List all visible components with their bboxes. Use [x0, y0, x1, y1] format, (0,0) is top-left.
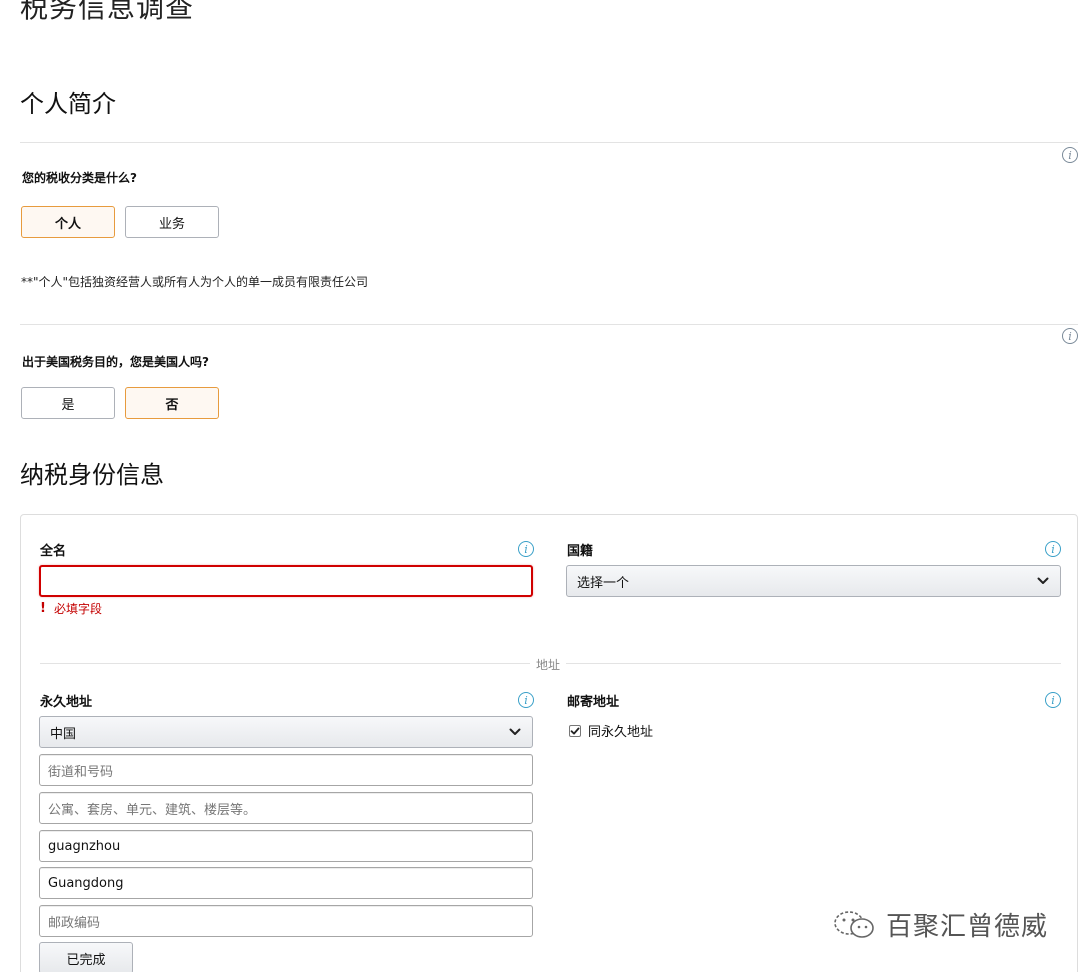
nationality-label: 国籍 [567, 544, 594, 559]
postal-code-placeholder: 邮政编码 [48, 915, 101, 931]
postal-code-input[interactable]: 邮政编码 [39, 905, 533, 937]
street-input[interactable]: 街道和号码 [39, 754, 533, 786]
same-as-permanent-label: 同永久地址 [588, 725, 654, 740]
country-select[interactable]: 中国 [39, 716, 533, 748]
full-name-error: ! 必填字段 [40, 600, 102, 617]
nationality-select[interactable]: 选择一个 [566, 565, 1061, 597]
apartment-placeholder: 公寓、套房、单元、建筑、楼层等。 [48, 802, 257, 818]
nationality-selected-value: 选择一个 [577, 575, 630, 591]
page-title: 税务信息调查 [20, 0, 195, 24]
divider-line [20, 142, 1078, 143]
error-icon: ! [40, 601, 46, 616]
classification-note: **"个人"包括独资经营人或所有人为个人的单一成员有限责任公司 [21, 275, 369, 289]
full-name-input[interactable] [39, 565, 533, 597]
chevron-down-icon [509, 728, 521, 735]
info-icon[interactable]: i [1045, 692, 1061, 708]
state-input[interactable]: Guangdong [39, 867, 533, 899]
classification-business-button[interactable]: 业务 [125, 206, 219, 238]
profile-section-title: 个人简介 [20, 90, 116, 118]
same-as-permanent-checkbox[interactable] [569, 724, 581, 737]
chevron-down-icon [1037, 577, 1049, 584]
country-selected-value: 中国 [50, 726, 77, 742]
info-icon[interactable]: i [518, 692, 534, 708]
street-placeholder: 街道和号码 [48, 764, 114, 780]
us-person-no-button[interactable]: 否 [125, 387, 219, 419]
info-icon[interactable]: i [1062, 328, 1078, 344]
info-icon[interactable]: i [1045, 541, 1061, 557]
tax-identity-section-title: 纳税身份信息 [20, 461, 164, 489]
info-icon[interactable]: i [1062, 147, 1078, 163]
full-name-error-text: 必填字段 [53, 602, 102, 616]
watermark: 百聚汇曾德威 [832, 906, 1048, 943]
checkmark-icon [570, 727, 580, 734]
classification-individual-button[interactable]: 个人 [21, 206, 115, 238]
tax-classification-question: 您的税收分类是什么? [22, 171, 137, 185]
divider-line [20, 324, 1078, 325]
apartment-input[interactable]: 公寓、套房、单元、建筑、楼层等。 [39, 792, 533, 824]
full-name-label: 全名 [40, 544, 67, 559]
wechat-icon [834, 910, 874, 938]
mailing-address-label: 邮寄地址 [567, 695, 620, 710]
same-as-permanent-option[interactable]: 同永久地址 [569, 721, 653, 740]
done-button[interactable]: 已完成 [39, 942, 133, 972]
city-value: guagnzhou [48, 838, 121, 854]
city-input[interactable]: guagnzhou [39, 830, 533, 862]
state-value: Guangdong [48, 875, 124, 891]
info-icon[interactable]: i [518, 541, 534, 557]
address-divider-label: 地址 [530, 656, 567, 673]
permanent-address-label: 永久地址 [40, 695, 93, 710]
us-person-question: 出于美国税务目的，您是美国人吗? [22, 355, 209, 369]
watermark-text: 百聚汇曾德威 [886, 912, 1049, 942]
us-person-yes-button[interactable]: 是 [21, 387, 115, 419]
